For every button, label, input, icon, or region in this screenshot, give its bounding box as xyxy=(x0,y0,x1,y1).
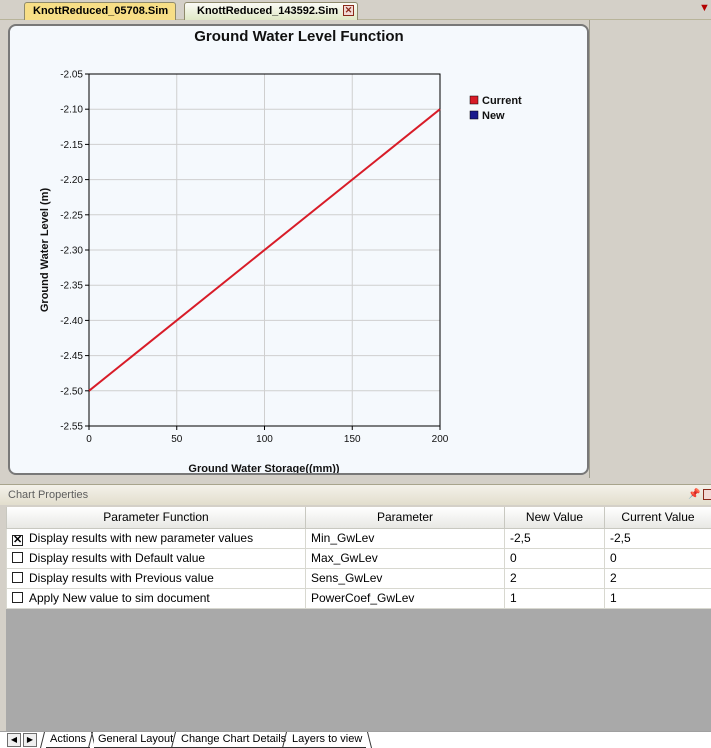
legend-swatch-new xyxy=(469,110,479,120)
table-header-row: Parameter Function Parameter New Value C… xyxy=(6,507,711,529)
x-tick-label: 200 xyxy=(432,434,449,445)
tab-general-layout[interactable]: General Layout xyxy=(94,732,178,748)
y-tick-label: -2.25 xyxy=(60,210,83,221)
table-row: Display results with Previous value Sens… xyxy=(6,567,711,589)
table-row: Apply New value to sim document PowerCoe… xyxy=(6,587,711,609)
tab-overflow-icon[interactable]: ▼ xyxy=(698,1,711,15)
y-tick-label: -2.05 xyxy=(60,70,83,81)
checkbox-checked-icon[interactable]: ✕ xyxy=(12,534,23,546)
x-tick-label: 150 xyxy=(344,434,361,445)
chart-properties-header: Chart Properties 📌 xyxy=(0,484,711,505)
document-tab-bar: KnottReduced_05708.Sim KnottReduced_1435… xyxy=(0,0,711,20)
x-tick-label: 0 xyxy=(86,434,92,445)
column-header-new-value[interactable]: New Value xyxy=(504,507,605,529)
parameter-cell: Min_GwLev xyxy=(305,527,505,549)
parameter-function-label: Display results with Default value xyxy=(29,551,206,565)
legend-label-new: New xyxy=(482,110,505,122)
scroll-right-arrow-icon[interactable]: ▶ xyxy=(23,733,37,747)
y-axis-label: Ground Water Level (m) xyxy=(39,188,51,313)
y-tick-label: -2.20 xyxy=(60,175,83,186)
bottom-tab-strip: ◀ ▶ Actions General Layout Change Chart … xyxy=(0,731,711,748)
panel-title: Chart Properties xyxy=(8,489,89,501)
chart-legend: Current New xyxy=(469,95,522,122)
table-row: Display results with Default value Max_G… xyxy=(6,547,711,569)
y-tick-label: -2.35 xyxy=(60,281,83,292)
parameter-cell: Sens_GwLev xyxy=(305,567,505,589)
tab-change-chart-details[interactable]: Change Chart Details xyxy=(177,732,291,748)
parameter-cell: PowerCoef_GwLev xyxy=(305,587,505,609)
x-tick-label: 100 xyxy=(256,434,273,445)
ground-water-level-chart: 0 50 100 150 200 -2.05 -2.10 -2.15 -2.20 -2.25 -2.… xyxy=(39,28,522,473)
parameter-function-label: Display results with new parameter value… xyxy=(29,530,254,545)
new-value-cell[interactable]: 0 xyxy=(504,547,605,569)
tab-label: KnottReduced_143592.Sim xyxy=(197,5,339,17)
column-header-parameter-function[interactable]: Parameter Function xyxy=(6,507,306,529)
tab-close-icon[interactable]: ✕ xyxy=(343,5,354,16)
column-header-parameter[interactable]: Parameter xyxy=(305,507,505,529)
current-value-cell: 1 xyxy=(604,587,711,609)
parameter-function-cell[interactable]: Display results with Default value xyxy=(6,547,306,569)
new-value-cell[interactable]: 2 xyxy=(504,567,605,589)
legend-label-current: Current xyxy=(482,95,522,107)
y-tick-label: -2.45 xyxy=(60,351,83,362)
chart-title: Ground Water Level Function xyxy=(194,28,403,45)
checkbox-unchecked-icon[interactable] xyxy=(12,592,23,603)
tab-layers-to-view[interactable]: Layers to view xyxy=(288,732,367,748)
parameter-table: Parameter Function Parameter New Value C… xyxy=(6,507,711,609)
current-value-cell: 2 xyxy=(604,567,711,589)
panel-close-icon[interactable] xyxy=(703,489,711,500)
parameter-grid: Parameter Function Parameter New Value C… xyxy=(6,507,711,731)
parameter-function-label: Display results with Previous value xyxy=(29,571,214,585)
pin-icon[interactable]: 📌 xyxy=(688,488,700,501)
tab-knottreduced-143592[interactable]: KnottReduced_143592.Sim xyxy=(184,2,358,20)
y-tick-label: -2.55 xyxy=(60,422,83,433)
x-tick-label: 50 xyxy=(171,434,183,445)
legend-swatch-current xyxy=(469,95,479,105)
table-row: ✕ Display results with new parameter valu… xyxy=(6,527,711,549)
tab-actions[interactable]: Actions xyxy=(46,732,91,748)
new-value-cell[interactable]: -2,5 xyxy=(504,527,605,549)
right-empty-area xyxy=(591,20,711,478)
tab-label: KnottReduced_05708.Sim xyxy=(33,5,169,17)
scroll-left-arrow-icon[interactable]: ◀ xyxy=(7,733,21,747)
x-axis-label: Ground Water Storage((mm)) xyxy=(188,463,339,473)
parameter-cell: Max_GwLev xyxy=(305,547,505,569)
y-tick-label: -2.40 xyxy=(60,316,83,327)
checkbox-unchecked-icon[interactable] xyxy=(12,552,23,563)
y-tick-label: -2.10 xyxy=(60,105,83,116)
current-value-cell: 0 xyxy=(604,547,711,569)
parameter-function-cell[interactable]: ✕ Display results with new parameter valu… xyxy=(6,527,306,549)
tab-knottreduced-05708[interactable]: KnottReduced_05708.Sim xyxy=(24,2,176,20)
new-value-cell[interactable]: 1 xyxy=(504,587,605,609)
y-tick-label: -2.50 xyxy=(60,386,83,397)
parameter-function-cell[interactable]: Apply New value to sim document xyxy=(6,587,306,609)
column-header-current-value[interactable]: Current Value xyxy=(604,507,711,529)
checkbox-unchecked-icon[interactable] xyxy=(12,572,23,583)
parameter-function-label: Apply New value to sim document xyxy=(29,591,210,605)
current-value-cell: -2,5 xyxy=(604,527,711,549)
chart-pane: 0 50 100 150 200 -2.05 -2.10 -2.15 -2.20 -2.25 -2.… xyxy=(0,20,590,478)
y-tick-label: -2.15 xyxy=(60,140,83,151)
y-tick-label: -2.30 xyxy=(60,246,83,257)
parameter-function-cell[interactable]: Display results with Previous value xyxy=(6,567,306,589)
chart-panel: 0 50 100 150 200 -2.05 -2.10 -2.15 -2.20 -2.25 -2.… xyxy=(8,24,589,475)
